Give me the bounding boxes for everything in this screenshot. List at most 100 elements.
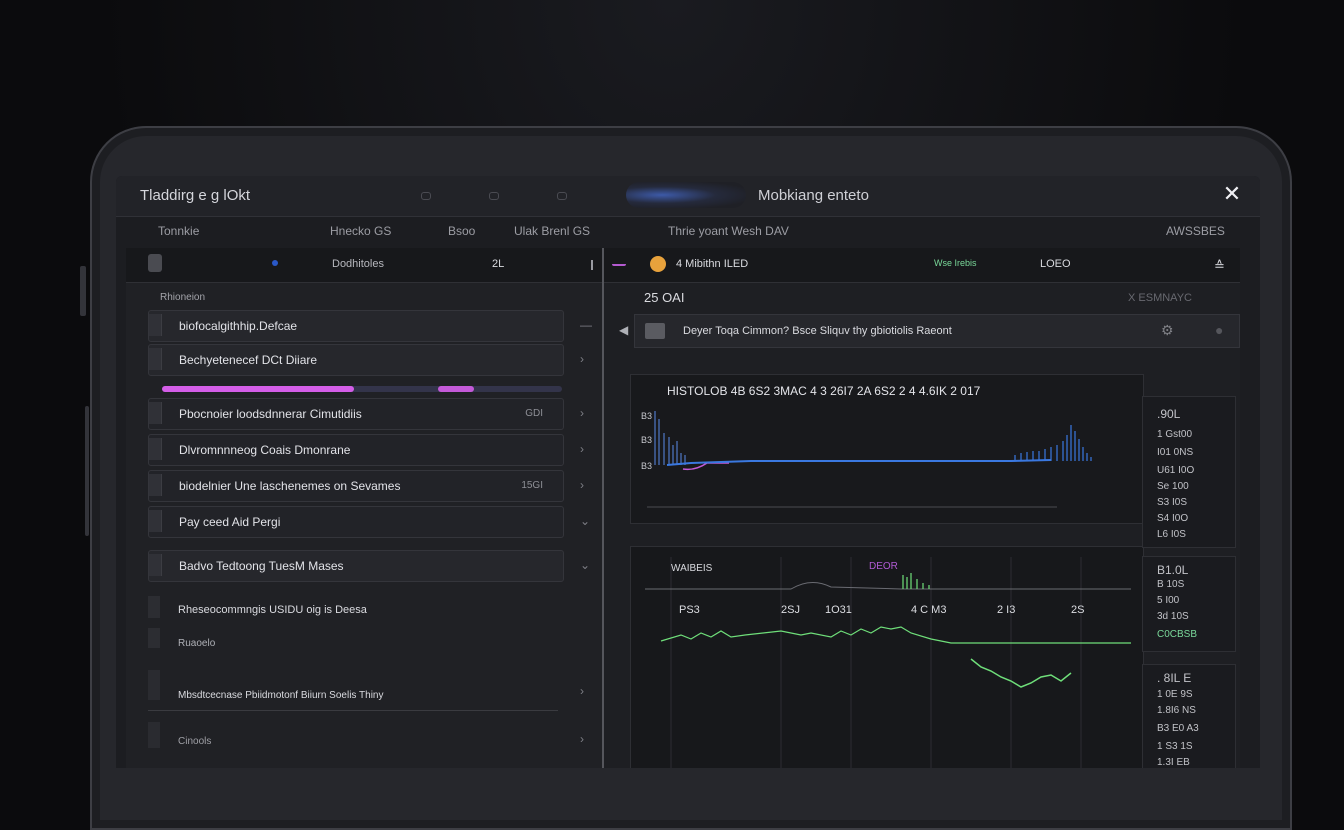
extra-row-3[interactable]: Mbsdtcecnase Pbiidmotonf Biiurn Soelis T… [178, 690, 383, 701]
chart2-top-spikes [902, 573, 930, 589]
app-icon[interactable] [148, 254, 162, 272]
chart1-spikes-right [1014, 425, 1092, 461]
list-row-5[interactable]: biodelnier Une laschenemes on Sevames 15G… [148, 470, 564, 502]
stat: L6 I0S [1157, 529, 1186, 540]
chart2-xtick: PS3 [679, 604, 700, 616]
stat: 1.8I6 NS [1157, 705, 1196, 716]
pink-marker-icon [612, 260, 626, 266]
row-icon [149, 438, 162, 460]
col-awssbes[interactable]: AWSSBES [1166, 224, 1225, 238]
chevron-icon[interactable]: › [580, 352, 584, 366]
window-center-title: Mobkiang enteto [758, 187, 869, 204]
extra-row-4[interactable]: Cinools [178, 736, 211, 747]
col-tonnkie[interactable]: Tonnkie [158, 224, 199, 238]
chevron-icon[interactable]: › [580, 684, 584, 698]
right-toolbar: 4 Mibithn ILED Wse Irebis LOEO ≙ [604, 248, 1240, 283]
list-row-2[interactable]: Bechyetenecef DCt Diiare [148, 344, 564, 376]
right-toolbar-code[interactable]: LOEO [1040, 258, 1071, 270]
chart2-bottom-line [970, 658, 1072, 688]
row-icon [149, 402, 162, 424]
chevron-icon[interactable]: › [580, 406, 584, 420]
stat: C0CBSB [1157, 629, 1198, 640]
figure-right-label: X ESMNAYC [1128, 292, 1192, 304]
speaker-icon[interactable]: ◀ [619, 323, 628, 337]
gear-icon[interactable]: ⚙ [1161, 322, 1174, 339]
chart1-ytick: B3 [641, 435, 652, 445]
app-screen: Tladdirg e g lOkt Mobkiang enteto ✕ Tonn… [116, 176, 1260, 768]
chart2-xtick: 2S [1071, 604, 1084, 616]
chart2-top-line [645, 582, 1131, 590]
emoji-icon[interactable] [650, 256, 666, 272]
left-toolbar: Dodhitoles 2L [126, 248, 602, 283]
main-chart-panel: HISTOLOB 4B 6S2 3MAC 4 3 26I7 2A 6S2 2 4… [630, 374, 1144, 524]
row-label: biodelnier Une laschenemes on Sevames [179, 479, 401, 493]
row-icon [149, 474, 162, 496]
row-icon [149, 510, 162, 532]
list-row-3[interactable]: Pbocnoier loodsdnnerar Cimutidiis GDI [148, 398, 564, 430]
chart2-mid-line [660, 626, 1131, 644]
row-label: Pbocnoier loodsdnnerar Cimutidiis [179, 407, 362, 421]
extra-row-1[interactable]: Rheseocommngis USIDU oig is Deesa [178, 604, 367, 616]
chart2-xtick: 4 C M3 [911, 604, 946, 616]
chart2-xtick: 2 I3 [997, 604, 1015, 616]
row-icon [149, 554, 162, 576]
left-toolbar-value[interactable]: 2L [492, 258, 504, 270]
main-chart: HISTOLOB 4B 6S2 3MAC 4 3 26I7 2A 6S2 2 4… [641, 384, 1092, 508]
row-icon [148, 628, 160, 648]
separator [148, 710, 558, 711]
extra-row-2[interactable]: Ruaoelo [178, 638, 215, 649]
menu-icon[interactable]: ≙ [1214, 258, 1225, 274]
col-ulak[interactable]: Ulak Brenl GS [514, 224, 590, 238]
right-toolbar-text: 4 Mibithn ILED [676, 258, 749, 270]
dot-2 [489, 192, 499, 200]
list-row-7[interactable]: Badvo Tedtoong TuesM Mases [148, 550, 564, 582]
list-row-6[interactable]: Pay ceed Aid Pergi [148, 506, 564, 538]
chevron-down-icon[interactable]: ⌄ [580, 558, 590, 572]
dot-1 [421, 192, 431, 200]
chart1-ytick: B3 [641, 411, 652, 421]
chart1-ytick: B3 [641, 461, 652, 471]
left-toolbar-handle[interactable] [591, 260, 593, 270]
stat: . 8IL E [1157, 671, 1192, 685]
chevron-icon[interactable]: › [580, 732, 584, 746]
chevron-icon[interactable]: › [580, 478, 584, 492]
window-title: Tladdirg e g lOkt [140, 187, 251, 204]
drop-icon[interactable]: ● [1215, 322, 1223, 338]
chevron-icon[interactable]: — [580, 318, 592, 332]
stat: B 10S [1157, 579, 1185, 590]
col-hnecko[interactable]: Hnecko GS [330, 224, 391, 238]
blue-dot-icon [272, 260, 278, 266]
col-bsoo[interactable]: Bsoo [448, 224, 475, 238]
chevron-down-icon[interactable]: ⌄ [580, 514, 590, 528]
stats-box-3: . 8IL E 1 0E 9S 1.8I6 NS B3 E0 A3 1 S3 1… [1142, 664, 1236, 768]
list-row-1[interactable]: biofocalgithhip.Defcae [148, 310, 564, 342]
chart1-blue-line [666, 459, 1052, 466]
row-label: Bechyetenecef DCt Diiare [179, 353, 318, 367]
row-value: GDI [525, 408, 543, 419]
list-row-4[interactable]: Dlvromnnneog Coais Dmonrane [148, 434, 564, 466]
chevron-icon[interactable]: › [580, 442, 584, 456]
figure-label: 25 OAI [644, 290, 685, 305]
stat: 1 S3 1S [1157, 741, 1193, 752]
section-label: Rhioneion [160, 292, 206, 303]
stat: U61 I0O [1157, 465, 1195, 476]
notice-bar: ◀ Deyer Toqa Cimmon? Bsce Sliquv thy gbi… [619, 314, 1240, 348]
right-toolbar-pill[interactable]: Wse Irebis [934, 258, 977, 268]
device-side-button-left-2 [85, 406, 89, 536]
camera-notch [626, 182, 746, 208]
col-thrie[interactable]: Thrie yoant Wesh DAV [668, 224, 789, 238]
row-label: biofocalgithhip.Defcae [179, 319, 298, 333]
chart2-marker: DEOR [869, 561, 898, 572]
progress-bar [162, 386, 562, 392]
left-toolbar-label: Dodhitoles [332, 258, 384, 270]
stat: B3 E0 A3 [1157, 723, 1199, 734]
column-header-bar: Tonnkie Hnecko GS Bsoo Ulak Brenl GS Thr… [126, 220, 1246, 240]
device-side-button-left [80, 266, 86, 316]
stats-box-2: B1.0L B 10S 5 I00 3d 10S C0CBSB [1142, 556, 1236, 652]
stat: S3 I0S [1157, 497, 1188, 508]
window-dots [421, 192, 567, 200]
progress-fill [162, 386, 354, 392]
chart1-spikes-left [654, 411, 686, 465]
chart2-xtick: 1O31 [825, 604, 852, 616]
close-icon[interactable]: ✕ [1220, 182, 1244, 206]
